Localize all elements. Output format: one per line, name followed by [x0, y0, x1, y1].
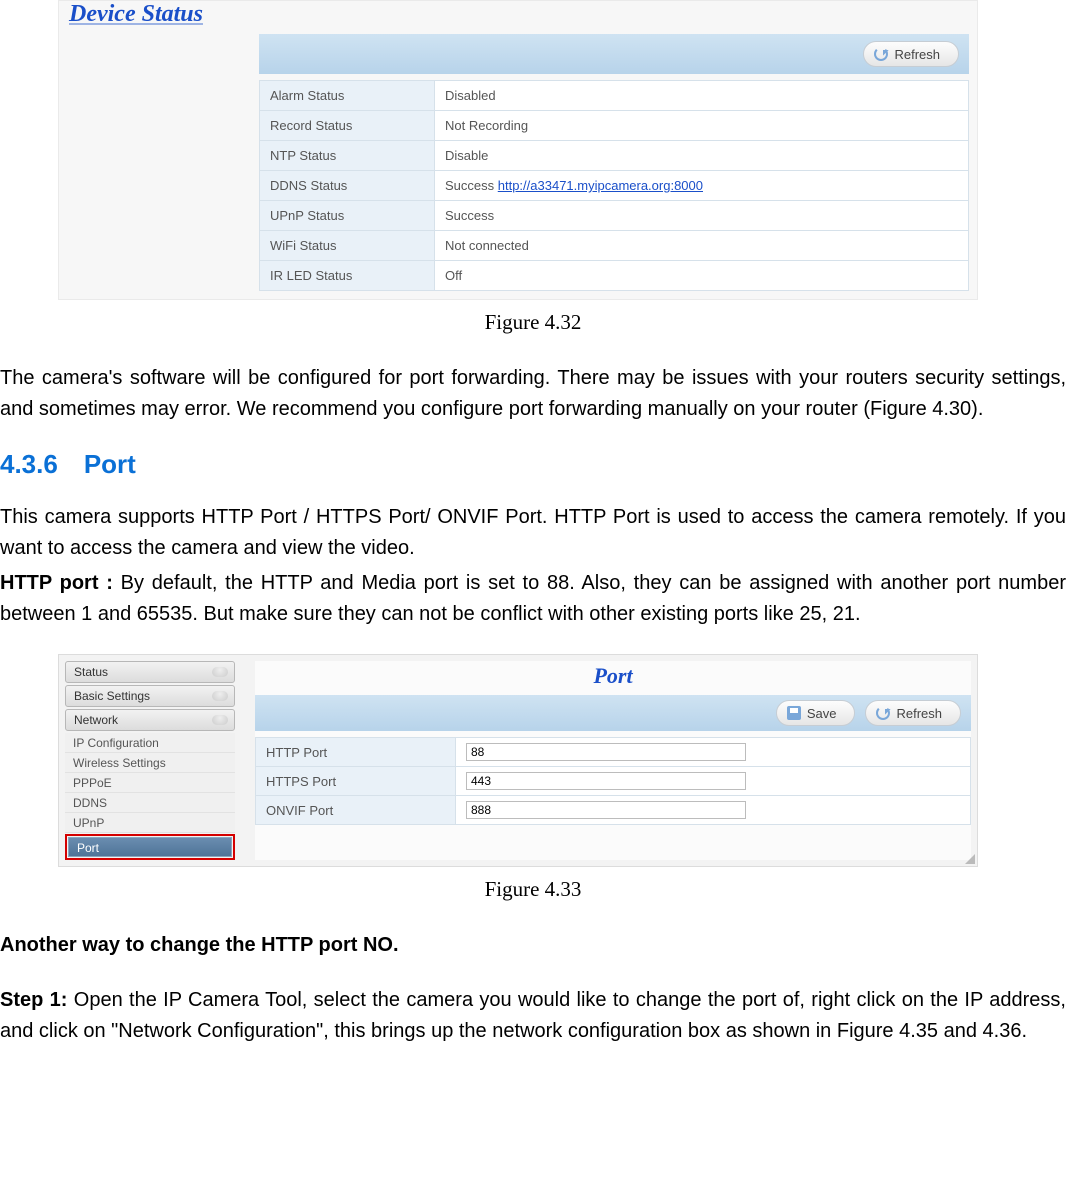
another-way-bold: Another way to change the HTTP port NO.	[0, 934, 399, 956]
refresh-icon	[874, 47, 888, 61]
table-row: HTTPS Port	[256, 767, 971, 796]
settings-sidebar: Status Basic Settings Network IP Configu…	[65, 661, 235, 860]
row-label: Alarm Status	[260, 81, 435, 111]
device-status-toolbar: Refresh	[259, 34, 969, 74]
device-status-panel: Device Status Refresh Alarm Status Disab…	[58, 0, 978, 300]
row-label: IR LED Status	[260, 261, 435, 291]
https-port-input[interactable]	[466, 772, 746, 790]
row-value: Success http://a33471.myipcamera.org:800…	[435, 171, 969, 201]
http-port-input[interactable]	[466, 743, 746, 761]
paragraph: Another way to change the HTTP port NO.	[0, 930, 1066, 961]
onvif-port-input[interactable]	[466, 801, 746, 819]
step1-bold: Step 1:	[0, 989, 74, 1011]
table-row: IR LED Status Off	[260, 261, 969, 291]
table-row: Alarm Status Disabled	[260, 81, 969, 111]
refresh-label: Refresh	[894, 47, 940, 62]
port-main: Port Save Refresh HTTP Port	[255, 661, 971, 860]
figure-caption: Figure 4.33	[0, 877, 1066, 902]
refresh-button[interactable]: Refresh	[865, 700, 961, 726]
row-label: DDNS Status	[260, 171, 435, 201]
sidebar-item-network[interactable]: Network	[65, 709, 235, 731]
row-label: WiFi Status	[260, 231, 435, 261]
table-row: NTP Status Disable	[260, 141, 969, 171]
sidebar-item-port-highlight: Port	[65, 834, 235, 860]
resize-handle-icon	[965, 854, 975, 864]
refresh-button[interactable]: Refresh	[863, 41, 959, 67]
section-heading: 4.3.6 Port	[0, 449, 1066, 480]
http-port-text: By default, the HTTP and Media port is s…	[0, 572, 1066, 625]
table-row: Record Status Not Recording	[260, 111, 969, 141]
device-status-title: Device Status	[69, 1, 977, 28]
port-toolbar: Save Refresh	[255, 695, 971, 731]
table-row: DDNS Status Success http://a33471.myipca…	[260, 171, 969, 201]
save-label: Save	[807, 706, 837, 721]
sidebar-item-pppoe[interactable]: PPPoE	[65, 773, 235, 793]
http-port-bold: HTTP port :	[0, 572, 121, 594]
row-label: HTTPS Port	[256, 767, 456, 796]
sidebar-item-status[interactable]: Status	[65, 661, 235, 683]
row-value: Not connected	[435, 231, 969, 261]
figure-caption: Figure 4.32	[0, 310, 1066, 335]
row-label: HTTP Port	[256, 738, 456, 767]
sidebar-item-ddns[interactable]: DDNS	[65, 793, 235, 813]
table-row: ONVIF Port	[256, 796, 971, 825]
row-value-cell	[456, 767, 971, 796]
row-value: Success	[435, 201, 969, 231]
ddns-link[interactable]: http://a33471.myipcamera.org:8000	[498, 178, 703, 193]
row-label: Record Status	[260, 111, 435, 141]
sidebar-item-upnp[interactable]: UPnP	[65, 813, 235, 833]
row-label: UPnP Status	[260, 201, 435, 231]
paragraph: This camera supports HTTP Port / HTTPS P…	[0, 502, 1066, 564]
row-value-cell	[456, 796, 971, 825]
port-panel: Status Basic Settings Network IP Configu…	[58, 654, 978, 867]
device-status-table: Alarm Status Disabled Record Status Not …	[259, 80, 969, 291]
row-label: ONVIF Port	[256, 796, 456, 825]
save-icon	[787, 706, 801, 720]
save-button[interactable]: Save	[776, 700, 856, 726]
row-value: Disabled	[435, 81, 969, 111]
row-value: Disable	[435, 141, 969, 171]
sidebar-item-ip-configuration[interactable]: IP Configuration	[65, 733, 235, 753]
row-value-cell	[456, 738, 971, 767]
paragraph: The camera's software will be configured…	[0, 363, 1066, 425]
refresh-icon	[876, 706, 890, 720]
sidebar-item-wireless-settings[interactable]: Wireless Settings	[65, 753, 235, 773]
port-title: Port	[255, 663, 971, 689]
paragraph: HTTP port : By default, the HTTP and Med…	[0, 568, 1066, 630]
paragraph: Step 1: Open the IP Camera Tool, select …	[0, 985, 1066, 1047]
table-row: UPnP Status Success	[260, 201, 969, 231]
sidebar-item-port[interactable]: Port	[68, 837, 232, 857]
row-value: Not Recording	[435, 111, 969, 141]
table-row: WiFi Status Not connected	[260, 231, 969, 261]
table-row: HTTP Port	[256, 738, 971, 767]
row-value: Off	[435, 261, 969, 291]
refresh-label: Refresh	[896, 706, 942, 721]
port-table: HTTP Port HTTPS Port ONVIF Port	[255, 737, 971, 825]
step1-text: Open the IP Camera Tool, select the came…	[0, 989, 1066, 1042]
row-label: NTP Status	[260, 141, 435, 171]
ddns-prefix: Success	[445, 178, 498, 193]
sidebar-item-basic-settings[interactable]: Basic Settings	[65, 685, 235, 707]
